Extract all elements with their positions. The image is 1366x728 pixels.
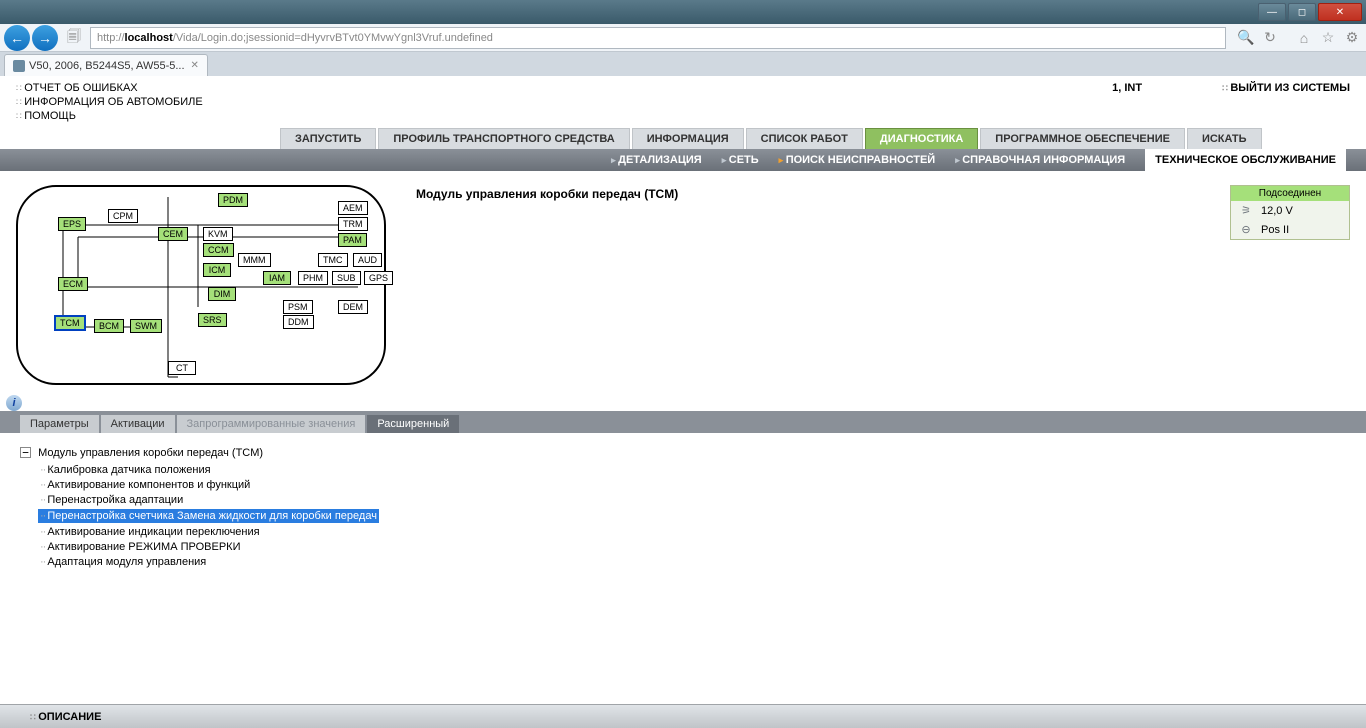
tree-item[interactable]: Перенастройка адаптации: [38, 493, 1346, 507]
tab-favicon: [13, 60, 25, 72]
refresh-icon[interactable]: ↻: [1260, 28, 1280, 48]
tab-job-list[interactable]: СПИСОК РАБОТ: [746, 128, 863, 149]
module-dim[interactable]: DIM: [208, 287, 236, 301]
tab-vehicle-profile[interactable]: ПРОФИЛЬ ТРАНСПОРТНОГО СРЕДСТВА: [378, 128, 629, 149]
tree-collapse-icon[interactable]: −: [20, 447, 31, 458]
tab-diagnostics[interactable]: ДИАГНОСТИКА: [865, 128, 978, 149]
tree-item[interactable]: Перенастройка счетчика Замена жидкости д…: [38, 509, 379, 523]
tree-item[interactable]: Калибровка датчика положения: [38, 463, 1346, 477]
subnav-maintenance[interactable]: ТЕХНИЧЕСКОЕ ОБСЛУЖИВАНИЕ: [1145, 149, 1346, 171]
inner-tab-activations[interactable]: Активации: [101, 415, 175, 433]
subnav-fault-tracing[interactable]: ПОИСК НЕИСПРАВНОСТЕЙ: [779, 154, 936, 166]
tab-close-icon[interactable]: ✕: [191, 60, 199, 71]
module-cpm[interactable]: CPM: [108, 209, 138, 223]
tab-information[interactable]: ИНФОРМАЦИЯ: [632, 128, 744, 149]
tab-start[interactable]: ЗАПУСТИТЬ: [280, 128, 376, 149]
maximize-button[interactable]: ◻: [1288, 3, 1316, 21]
module-gps[interactable]: GPS: [364, 271, 393, 285]
info-icon[interactable]: i: [6, 395, 22, 411]
network-diagram: EPS CPM PDM AEM TRM CEM KVM PAM CCM MMM …: [16, 185, 386, 385]
module-ddm[interactable]: DDM: [283, 315, 314, 329]
module-ct[interactable]: CT: [168, 361, 196, 375]
module-psm[interactable]: PSM: [283, 300, 313, 314]
module-ccm[interactable]: CCM: [203, 243, 234, 257]
home-icon[interactable]: ⌂: [1294, 28, 1314, 48]
settings-icon[interactable]: ⚙: [1342, 28, 1362, 48]
module-aud[interactable]: AUD: [353, 253, 382, 267]
link-vehicle-info[interactable]: ИНФОРМАЦИЯ ОБ АВТОМОБИЛЕ: [16, 96, 203, 108]
address-bar[interactable]: http://localhost/Vida/Login.do;jsessioni…: [90, 27, 1226, 49]
search-icon[interactable]: 🔍: [1236, 28, 1256, 48]
tree-item[interactable]: Активирование компонентов и функций: [38, 478, 1346, 492]
browser-tab[interactable]: V50, 2006, B5244S5, AW55-5... ✕: [4, 54, 208, 76]
user-label: 1, INT: [1112, 82, 1142, 94]
module-iam[interactable]: IAM: [263, 271, 291, 285]
tree-item[interactable]: Активирование РЕЖИМА ПРОВЕРКИ: [38, 540, 1346, 554]
module-cem[interactable]: CEM: [158, 227, 188, 241]
status-voltage: 12,0 V: [1261, 205, 1293, 217]
description-label: ОПИСАНИЕ: [30, 711, 101, 723]
url-protocol: http://: [97, 32, 125, 44]
module-pam[interactable]: PAM: [338, 233, 367, 247]
favorite-icon[interactable]: ☆: [1318, 28, 1338, 48]
browser-toolbar: ← → 🗐 http://localhost/Vida/Login.do;jse…: [0, 24, 1366, 52]
module-bcm[interactable]: BCM: [94, 319, 124, 333]
page-icon: 🗐: [64, 28, 84, 48]
window-titlebar: — ◻ ✕: [0, 0, 1366, 24]
page-heading: Модуль управления коробки передач (TCM): [416, 187, 678, 385]
tree-root-label[interactable]: Модуль управления коробки передач (TCM): [38, 447, 263, 459]
tree-item[interactable]: Адаптация модуля управления: [38, 555, 1346, 569]
battery-icon: ⚞: [1237, 204, 1255, 217]
url-host: localhost: [125, 32, 173, 44]
tab-search[interactable]: ИСКАТЬ: [1187, 128, 1262, 149]
tab-title: V50, 2006, B5244S5, AW55-5...: [29, 60, 185, 72]
tree-item[interactable]: Активирование индикации переключения: [38, 525, 1346, 539]
operations-tree: − Модуль управления коробки передач (TCM…: [0, 433, 1366, 704]
inner-tab-row: Параметры Активации Запрограммированные …: [0, 411, 1366, 433]
module-ecm[interactable]: ECM: [58, 277, 88, 291]
browser-tabstrip: V50, 2006, B5244S5, AW55-5... ✕: [0, 52, 1366, 76]
close-button[interactable]: ✕: [1318, 3, 1362, 21]
link-help[interactable]: ПОМОЩЬ: [16, 110, 203, 122]
status-position: Pos II: [1261, 224, 1289, 236]
module-phm[interactable]: PHM: [298, 271, 328, 285]
main-tab-row: ЗАПУСТИТЬ ПРОФИЛЬ ТРАНСПОРТНОГО СРЕДСТВА…: [0, 128, 1366, 149]
module-pdm[interactable]: PDM: [218, 193, 248, 207]
description-bar[interactable]: ОПИСАНИЕ: [0, 704, 1366, 728]
url-path: /Vida/Login.do;jsessionid=dHyvrvBTvt0YMv…: [173, 32, 493, 44]
inner-tab-advanced[interactable]: Расширенный: [367, 415, 459, 433]
forward-button[interactable]: →: [32, 25, 58, 51]
top-link-group: ОТЧЕТ ОБ ОШИБКАХ ИНФОРМАЦИЯ ОБ АВТОМОБИЛ…: [16, 82, 203, 122]
module-mmm[interactable]: MMM: [238, 253, 271, 267]
module-sub[interactable]: SUB: [332, 271, 361, 285]
key-icon: ⊖: [1237, 223, 1255, 236]
tab-software[interactable]: ПРОГРАММНОЕ ОБЕСПЕЧЕНИЕ: [980, 128, 1185, 149]
subnav-network[interactable]: СЕТЬ: [722, 154, 759, 166]
module-tmc[interactable]: TMC: [318, 253, 348, 267]
module-dem[interactable]: DEM: [338, 300, 368, 314]
module-icm[interactable]: ICM: [203, 263, 231, 277]
module-aem[interactable]: AEM: [338, 201, 368, 215]
module-trm[interactable]: TRM: [338, 217, 368, 231]
sub-nav: ДЕТАЛИЗАЦИЯ СЕТЬ ПОИСК НЕИСПРАВНОСТЕЙ СП…: [0, 149, 1366, 171]
logout-link[interactable]: ВЫЙТИ ИЗ СИСТЕМЫ: [1222, 82, 1350, 94]
module-tcm[interactable]: TCM: [54, 315, 86, 331]
subnav-detail[interactable]: ДЕТАЛИЗАЦИЯ: [611, 154, 702, 166]
inner-tab-parameters[interactable]: Параметры: [20, 415, 99, 433]
back-button[interactable]: ←: [4, 25, 30, 51]
connection-status-panel: Подсоединен ⚞ 12,0 V ⊖ Pos II: [1230, 185, 1350, 240]
module-kvm[interactable]: KVM: [203, 227, 233, 241]
link-error-report[interactable]: ОТЧЕТ ОБ ОШИБКАХ: [16, 82, 203, 94]
module-srs[interactable]: SRS: [198, 313, 227, 327]
inner-tab-programmed[interactable]: Запрограммированные значения: [177, 415, 366, 433]
module-eps[interactable]: EPS: [58, 217, 86, 231]
status-header: Подсоединен: [1231, 186, 1349, 201]
minimize-button[interactable]: —: [1258, 3, 1286, 21]
module-swm[interactable]: SWM: [130, 319, 162, 333]
subnav-reference[interactable]: СПРАВОЧНАЯ ИНФОРМАЦИЯ: [955, 154, 1125, 166]
